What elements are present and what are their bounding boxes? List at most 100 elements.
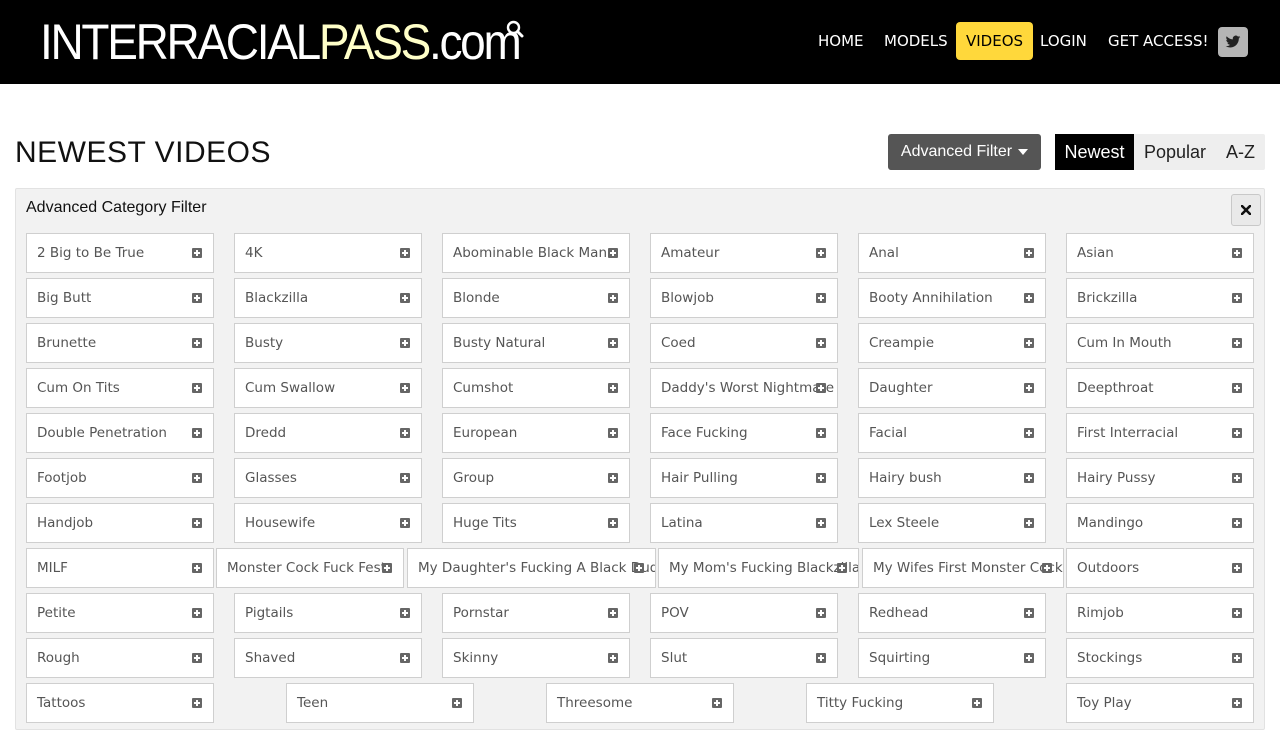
category-chip[interactable]: First Interracial [1066, 413, 1254, 453]
category-chip[interactable]: Skinny [442, 638, 630, 678]
category-chip[interactable]: Group [442, 458, 630, 498]
plus-square-icon[interactable] [608, 248, 618, 258]
search-icon[interactable] [506, 20, 526, 40]
category-chip[interactable]: Cumshot [442, 368, 630, 408]
plus-square-icon[interactable] [816, 473, 826, 483]
plus-square-icon[interactable] [1232, 293, 1242, 303]
sort-newest[interactable]: Newest [1055, 134, 1134, 170]
plus-square-icon[interactable] [837, 563, 847, 573]
category-chip[interactable]: 2 Big to Be True [26, 233, 214, 273]
plus-square-icon[interactable] [1232, 248, 1242, 258]
plus-square-icon[interactable] [1232, 383, 1242, 393]
plus-square-icon[interactable] [816, 383, 826, 393]
plus-square-icon[interactable] [712, 698, 722, 708]
plus-square-icon[interactable] [400, 248, 410, 258]
plus-square-icon[interactable] [816, 608, 826, 618]
category-chip[interactable]: Abominable Black Man [442, 233, 630, 273]
category-chip[interactable]: Brunette [26, 323, 214, 363]
plus-square-icon[interactable] [1024, 428, 1034, 438]
plus-square-icon[interactable] [192, 653, 202, 663]
nav-home[interactable]: HOME [808, 22, 874, 60]
category-chip[interactable]: Coed [650, 323, 838, 363]
plus-square-icon[interactable] [634, 563, 644, 573]
category-chip[interactable]: Teen [286, 683, 474, 723]
category-chip[interactable]: Handjob [26, 503, 214, 543]
plus-square-icon[interactable] [816, 338, 826, 348]
plus-square-icon[interactable] [1024, 293, 1034, 303]
category-chip[interactable]: Slut [650, 638, 838, 678]
category-chip[interactable]: Pigtails [234, 593, 422, 633]
plus-square-icon[interactable] [192, 428, 202, 438]
plus-square-icon[interactable] [608, 428, 618, 438]
site-logo[interactable]: INTERRACIALPASS.com [40, 14, 522, 70]
category-chip[interactable]: Lex Steele [858, 503, 1046, 543]
category-chip[interactable]: Big Butt [26, 278, 214, 318]
category-chip[interactable]: Shaved [234, 638, 422, 678]
category-chip[interactable]: Hairy Pussy [1066, 458, 1254, 498]
plus-square-icon[interactable] [382, 563, 392, 573]
category-chip[interactable]: My Daughter's Fucking A Black Dude [407, 548, 656, 588]
category-chip[interactable]: Monster Cock Fuck Fest [216, 548, 404, 588]
twitter-button[interactable] [1218, 27, 1248, 57]
category-chip[interactable]: Glasses [234, 458, 422, 498]
nav-videos[interactable]: VIDEOS [956, 22, 1034, 60]
category-chip[interactable]: Blonde [442, 278, 630, 318]
category-chip[interactable]: Hairy bush [858, 458, 1046, 498]
category-chip[interactable]: Daddy's Worst Nightmare [650, 368, 838, 408]
plus-square-icon[interactable] [608, 383, 618, 393]
plus-square-icon[interactable] [192, 338, 202, 348]
category-chip[interactable]: Blowjob [650, 278, 838, 318]
category-chip[interactable]: Double Penetration [26, 413, 214, 453]
category-chip[interactable]: Housewife [234, 503, 422, 543]
plus-square-icon[interactable] [816, 428, 826, 438]
plus-square-icon[interactable] [400, 518, 410, 528]
category-chip[interactable]: Facial [858, 413, 1046, 453]
category-chip[interactable]: Booty Annihilation [858, 278, 1046, 318]
plus-square-icon[interactable] [816, 248, 826, 258]
close-filter-button[interactable] [1231, 194, 1261, 226]
category-chip[interactable]: Squirting [858, 638, 1046, 678]
category-chip[interactable]: Brickzilla [1066, 278, 1254, 318]
category-chip[interactable]: Tattoos [26, 683, 214, 723]
plus-square-icon[interactable] [608, 608, 618, 618]
advanced-filter-button[interactable]: Advanced Filter [888, 134, 1041, 170]
sort-popular[interactable]: Popular [1134, 134, 1216, 170]
plus-square-icon[interactable] [1232, 608, 1242, 618]
category-chip[interactable]: My Wifes First Monster Cock [862, 548, 1064, 588]
category-chip[interactable]: MILF [26, 548, 214, 588]
category-chip[interactable]: Latina [650, 503, 838, 543]
plus-square-icon[interactable] [400, 653, 410, 663]
plus-square-icon[interactable] [608, 293, 618, 303]
sort-a-z[interactable]: A-Z [1216, 134, 1265, 170]
nav-models[interactable]: MODELS [874, 22, 958, 60]
plus-square-icon[interactable] [192, 293, 202, 303]
plus-square-icon[interactable] [192, 248, 202, 258]
plus-square-icon[interactable] [452, 698, 462, 708]
plus-square-icon[interactable] [1232, 653, 1242, 663]
category-chip[interactable]: Cum On Tits [26, 368, 214, 408]
plus-square-icon[interactable] [608, 473, 618, 483]
category-chip[interactable]: Mandingo [1066, 503, 1254, 543]
category-chip[interactable]: Creampie [858, 323, 1046, 363]
plus-square-icon[interactable] [1232, 338, 1242, 348]
category-chip[interactable]: POV [650, 593, 838, 633]
plus-square-icon[interactable] [816, 293, 826, 303]
plus-square-icon[interactable] [1232, 698, 1242, 708]
plus-square-icon[interactable] [1232, 428, 1242, 438]
plus-square-icon[interactable] [1232, 518, 1242, 528]
category-chip[interactable]: Toy Play [1066, 683, 1254, 723]
category-chip[interactable]: 4K [234, 233, 422, 273]
category-chip[interactable]: Rough [26, 638, 214, 678]
category-chip[interactable]: Petite [26, 593, 214, 633]
nav-login[interactable]: LOGIN [1030, 22, 1097, 60]
plus-square-icon[interactable] [608, 518, 618, 528]
category-chip[interactable]: Huge Tits [442, 503, 630, 543]
category-chip[interactable]: Rimjob [1066, 593, 1254, 633]
plus-square-icon[interactable] [400, 608, 410, 618]
plus-square-icon[interactable] [1042, 563, 1052, 573]
nav-get-access[interactable]: GET ACCESS! [1098, 22, 1219, 60]
plus-square-icon[interactable] [192, 608, 202, 618]
plus-square-icon[interactable] [192, 473, 202, 483]
plus-square-icon[interactable] [816, 518, 826, 528]
plus-square-icon[interactable] [1024, 653, 1034, 663]
